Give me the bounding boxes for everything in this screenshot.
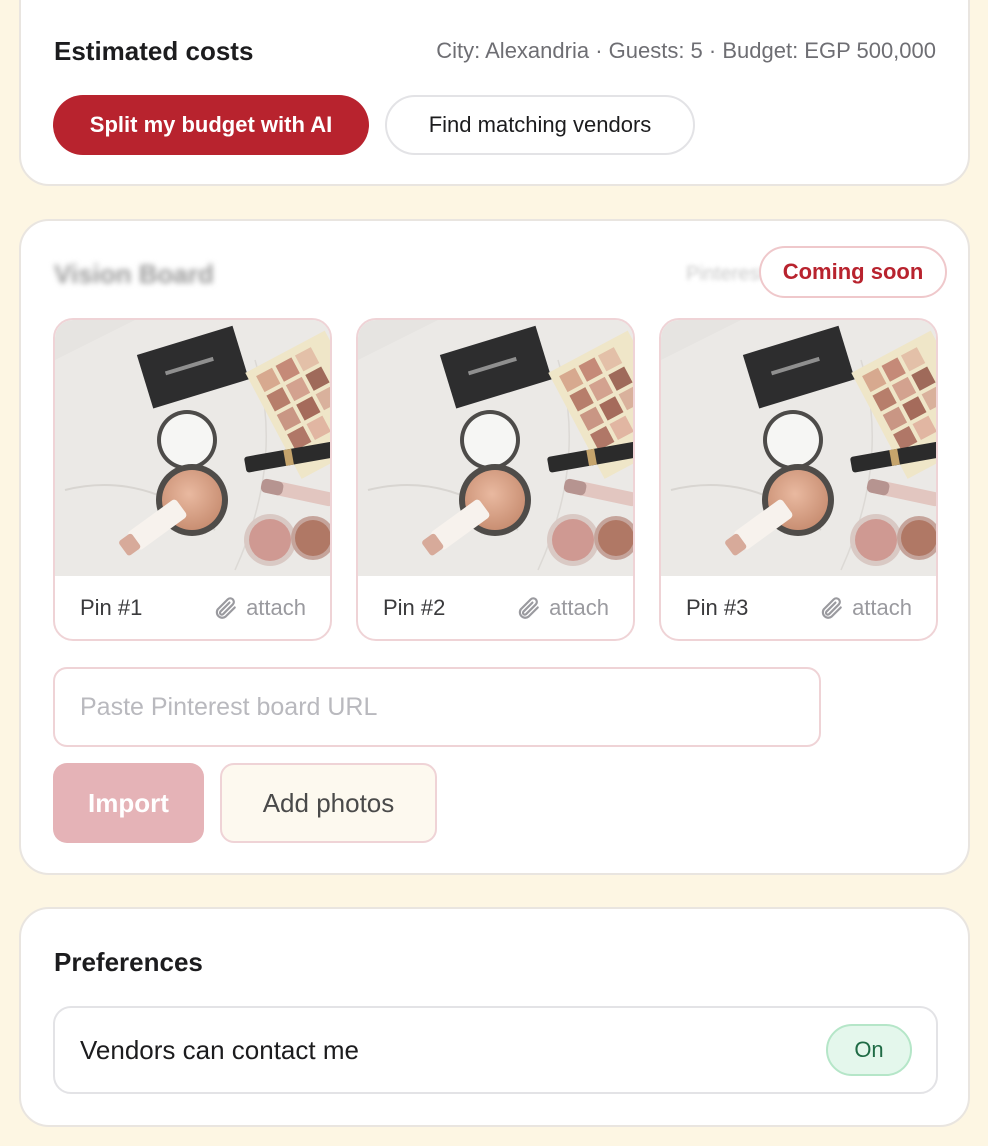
split-budget-button[interactable]: Split my budget with AI (53, 95, 369, 155)
add-photos-button[interactable]: Add photos (220, 763, 437, 843)
pin-photo (55, 320, 330, 576)
paperclip-icon (821, 596, 842, 619)
pin-card[interactable]: Pin #1 attach (53, 318, 332, 641)
preferences-title: Preferences (54, 947, 203, 977)
vendor-contact-toggle[interactable]: On (826, 1024, 912, 1076)
pin-photo (358, 320, 633, 576)
pinterest-label: Pinterest (686, 263, 765, 285)
attach-button[interactable]: attach (212, 595, 306, 621)
pin-photo (661, 320, 936, 576)
preferences-card: Preferences Vendors can contact me On (19, 907, 970, 1127)
pin-label: Pin #1 (80, 594, 143, 620)
attach-label: attach (246, 594, 306, 620)
attach-label: attach (549, 594, 609, 620)
vendor-contact-label: Vendors can contact me (80, 1034, 359, 1065)
vision-board-card: Vision Board Pinterest Coming soon Pin #… (19, 219, 970, 875)
pin-card[interactable]: Pin #2 attach (356, 318, 635, 641)
estimated-costs-card: Estimated costs City: Alexandria · Guest… (19, 0, 970, 186)
pin-label: Pin #3 (686, 594, 749, 620)
find-vendors-button[interactable]: Find matching vendors (385, 95, 695, 155)
paperclip-icon (518, 596, 539, 619)
pin-label: Pin #2 (383, 594, 446, 620)
coming-soon-badge: Coming soon (759, 246, 947, 298)
attach-button[interactable]: attach (515, 595, 609, 621)
attach-label: attach (852, 594, 912, 620)
attach-button[interactable]: attach (818, 595, 912, 621)
estimated-costs-title: Estimated costs (54, 36, 254, 66)
paperclip-icon (215, 596, 236, 619)
vision-board-title: Vision Board (54, 259, 214, 289)
import-button[interactable]: Import (53, 763, 204, 843)
pinterest-url-input[interactable] (53, 667, 821, 747)
trip-summary: City: Alexandria · Guests: 5 · Budget: E… (436, 38, 936, 63)
vendor-contact-row: Vendors can contact me On (53, 1006, 938, 1094)
pin-card[interactable]: Pin #3 attach (659, 318, 938, 641)
